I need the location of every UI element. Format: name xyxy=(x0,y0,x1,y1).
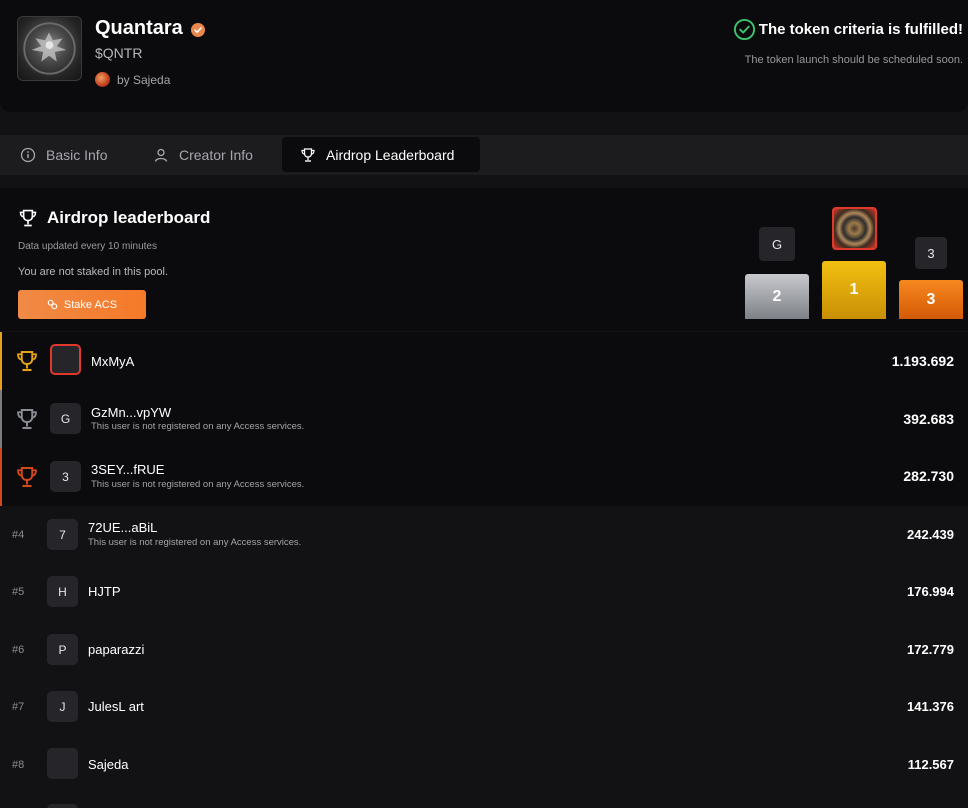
table-row[interactable]: #5 H HJTP 176.994 xyxy=(0,563,968,621)
avatar: 3 xyxy=(50,461,81,492)
avatar xyxy=(50,344,81,375)
token-name: Quantara xyxy=(95,17,183,39)
airdrop-value: 242.439 xyxy=(907,527,954,542)
tab-label: Airdrop Leaderboard xyxy=(326,146,455,163)
user-name: HJTP xyxy=(88,584,121,599)
podium-first-avatar[interactable] xyxy=(832,207,877,250)
table-row[interactable]: MxMyA 1.193.692 xyxy=(0,332,968,390)
user-name: JulesL art xyxy=(88,699,144,714)
tab-bar: Basic Info Creator Info Airdrop Leaderbo… xyxy=(0,135,968,175)
avatar xyxy=(47,804,78,808)
link-icon xyxy=(47,299,58,310)
airdrop-value: 176.994 xyxy=(907,584,954,599)
table-row[interactable]: 3 3SEY...fRUE This user is not registere… xyxy=(0,448,968,506)
bronze-trophy-icon xyxy=(17,467,37,488)
table-row[interactable] xyxy=(0,794,968,808)
token-ticker: $QNTR xyxy=(95,45,143,61)
rank-label: #7 xyxy=(12,701,25,713)
avatar: J xyxy=(47,691,78,722)
rank-label: #6 xyxy=(12,644,25,656)
tab-airdrop-leaderboard[interactable]: Airdrop Leaderboard xyxy=(282,137,480,172)
user-name: MxMyA xyxy=(91,354,135,369)
creator-link[interactable]: by Sajeda xyxy=(117,73,170,87)
silver-trophy-icon xyxy=(17,409,37,430)
stake-status: You are not staked in this pool. xyxy=(18,266,169,278)
tab-creator-info[interactable]: Creator Info xyxy=(153,137,253,172)
airdrop-value: 282.730 xyxy=(903,468,954,484)
info-icon xyxy=(20,147,36,162)
registration-note: This user is not registered on any Acces… xyxy=(91,479,305,490)
registration-note: This user is not registered on any Acces… xyxy=(88,537,302,548)
user-name: paparazzi xyxy=(88,642,145,657)
criteria-status-subtitle: The token launch should be scheduled soo… xyxy=(744,54,963,66)
user-name: 3SEY...fRUE xyxy=(91,462,165,477)
tab-label: Basic Info xyxy=(46,146,108,163)
criteria-status-title: The token criteria is fulfilled! xyxy=(758,21,963,38)
token-logo xyxy=(17,16,82,81)
trophy-icon xyxy=(301,147,315,162)
rank-stripe xyxy=(0,390,2,448)
avatar: G xyxy=(50,403,81,434)
podium-second-avatar[interactable]: G xyxy=(759,227,795,261)
airdrop-value: 1.193.692 xyxy=(891,353,954,369)
update-frequency: Data updated every 10 minutes xyxy=(18,241,157,252)
avatar: P xyxy=(47,634,78,665)
user-name: GzMn...vpYW xyxy=(91,405,172,420)
stake-button-label: Stake ACS xyxy=(63,298,118,311)
rank-stripe xyxy=(0,448,2,506)
registration-note: This user is not registered on any Acces… xyxy=(91,421,305,432)
verified-badge-icon xyxy=(191,23,205,37)
rank-label: #5 xyxy=(12,586,25,598)
user-name: Sajeda xyxy=(88,757,129,772)
table-row[interactable]: #6 P paparazzi 172.779 xyxy=(0,621,968,679)
airdrop-value: 392.683 xyxy=(903,411,954,427)
rank-stripe xyxy=(0,332,2,390)
airdrop-value: 172.779 xyxy=(907,642,954,657)
podium-second-block: 2 xyxy=(745,274,809,319)
rank-label: #8 xyxy=(12,759,25,771)
leaderboard-header: Airdrop leaderboard Data updated every 1… xyxy=(0,188,968,331)
check-circle-icon xyxy=(733,18,756,41)
avatar: H xyxy=(47,576,78,607)
token-header: Quantara $QNTR by Sajeda The token crite… xyxy=(0,0,968,112)
table-row[interactable]: #4 7 72UE...aBiL This user is not regist… xyxy=(0,506,968,564)
airdrop-value: 141.376 xyxy=(907,699,954,714)
trophy-icon xyxy=(19,209,37,227)
podium-first-block: 1 xyxy=(822,261,886,319)
table-row[interactable]: #7 J JulesL art 141.376 xyxy=(0,678,968,736)
gold-trophy-icon xyxy=(17,351,37,372)
tab-basic-info[interactable]: Basic Info xyxy=(20,137,107,172)
table-row[interactable]: #8 Sajeda 112.567 xyxy=(0,736,968,794)
podium-third-avatar[interactable]: 3 xyxy=(915,237,947,269)
rank-label: #4 xyxy=(12,529,25,541)
airdrop-value: 112.567 xyxy=(907,757,954,772)
tab-label: Creator Info xyxy=(179,146,253,163)
table-row[interactable]: G GzMn...vpYW This user is not registere… xyxy=(0,390,968,448)
user-name: 72UE...aBiL xyxy=(88,520,158,535)
leaderboard-title: Airdrop leaderboard xyxy=(47,208,211,227)
avatar xyxy=(47,748,78,779)
podium-third-block: 3 xyxy=(899,280,963,319)
user-icon xyxy=(154,148,168,162)
avatar: 7 xyxy=(47,519,78,550)
stake-acs-button[interactable]: Stake ACS xyxy=(18,290,146,319)
creator-avatar xyxy=(95,72,110,87)
